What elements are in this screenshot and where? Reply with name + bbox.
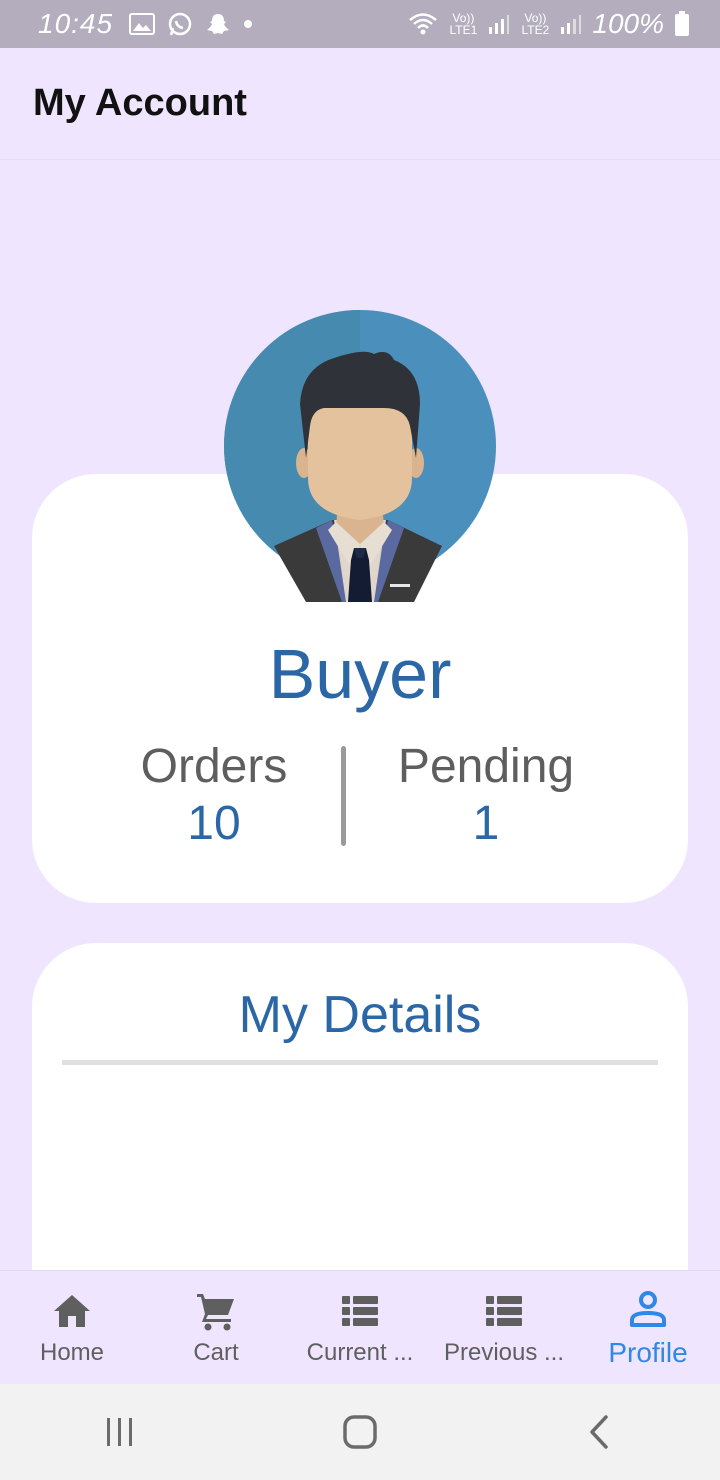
nav-previous-orders[interactable]: Previous ... xyxy=(432,1271,576,1385)
nav-home-label: Home xyxy=(39,1339,105,1366)
whatsapp-icon xyxy=(168,12,192,36)
battery-percent: 100% xyxy=(592,8,664,39)
notification-dot-icon xyxy=(244,20,253,28)
stats-divider xyxy=(341,746,346,846)
gallery-icon xyxy=(129,13,156,35)
pending-count: 1 xyxy=(472,797,500,850)
status-bar: 10:45 Vo)) LTE1 Vo)) LTE2 100% xyxy=(0,0,720,48)
details-title: My Details xyxy=(238,986,482,1044)
status-time: 10:45 xyxy=(38,8,114,39)
recent-apps-icon[interactable] xyxy=(100,1412,140,1452)
nav-cart-label: Cart xyxy=(193,1339,239,1366)
list-icon xyxy=(342,1296,378,1326)
pending-label: Pending xyxy=(397,740,575,793)
orders-label: Orders xyxy=(140,740,288,793)
nav-current-orders[interactable]: Current ... xyxy=(288,1271,432,1385)
person-icon xyxy=(630,1291,666,1327)
signal-icon xyxy=(561,15,582,34)
signal-icon xyxy=(489,15,510,34)
battery-icon xyxy=(675,11,689,36)
orders-count: 10 xyxy=(187,797,241,850)
snapchat-icon xyxy=(207,14,230,34)
back-icon[interactable] xyxy=(580,1412,620,1452)
details-divider xyxy=(62,1060,658,1065)
nav-current-label: Current ... xyxy=(306,1339,414,1366)
nav-cart[interactable]: Cart xyxy=(144,1271,288,1385)
nav-previous-label: Previous ... xyxy=(443,1339,565,1366)
nav-profile-label: Profile xyxy=(608,1337,688,1368)
orders-stat[interactable]: Orders 10 xyxy=(94,738,334,852)
details-card: My Details xyxy=(32,943,688,1283)
avatar[interactable] xyxy=(224,308,496,604)
home-button-icon[interactable] xyxy=(340,1412,380,1452)
app-bar: My Account xyxy=(0,48,720,160)
sim1-label: Vo)) LTE1 xyxy=(449,11,478,37)
list-icon xyxy=(486,1296,522,1326)
nav-home[interactable]: Home xyxy=(0,1271,144,1385)
bottom-nav: Home Cart Current ... Previous ... Profi… xyxy=(0,1270,720,1385)
system-nav-bar xyxy=(0,1384,720,1480)
pending-stat[interactable]: Pending 1 xyxy=(366,738,606,852)
nav-profile[interactable]: Profile xyxy=(576,1271,720,1385)
cart-icon xyxy=(197,1294,234,1331)
page-title: My Account xyxy=(33,82,247,124)
wifi-icon xyxy=(409,13,438,35)
sim2-label: Vo)) LTE2 xyxy=(521,11,550,37)
home-icon xyxy=(54,1295,90,1327)
user-role: Buyer xyxy=(268,635,452,713)
